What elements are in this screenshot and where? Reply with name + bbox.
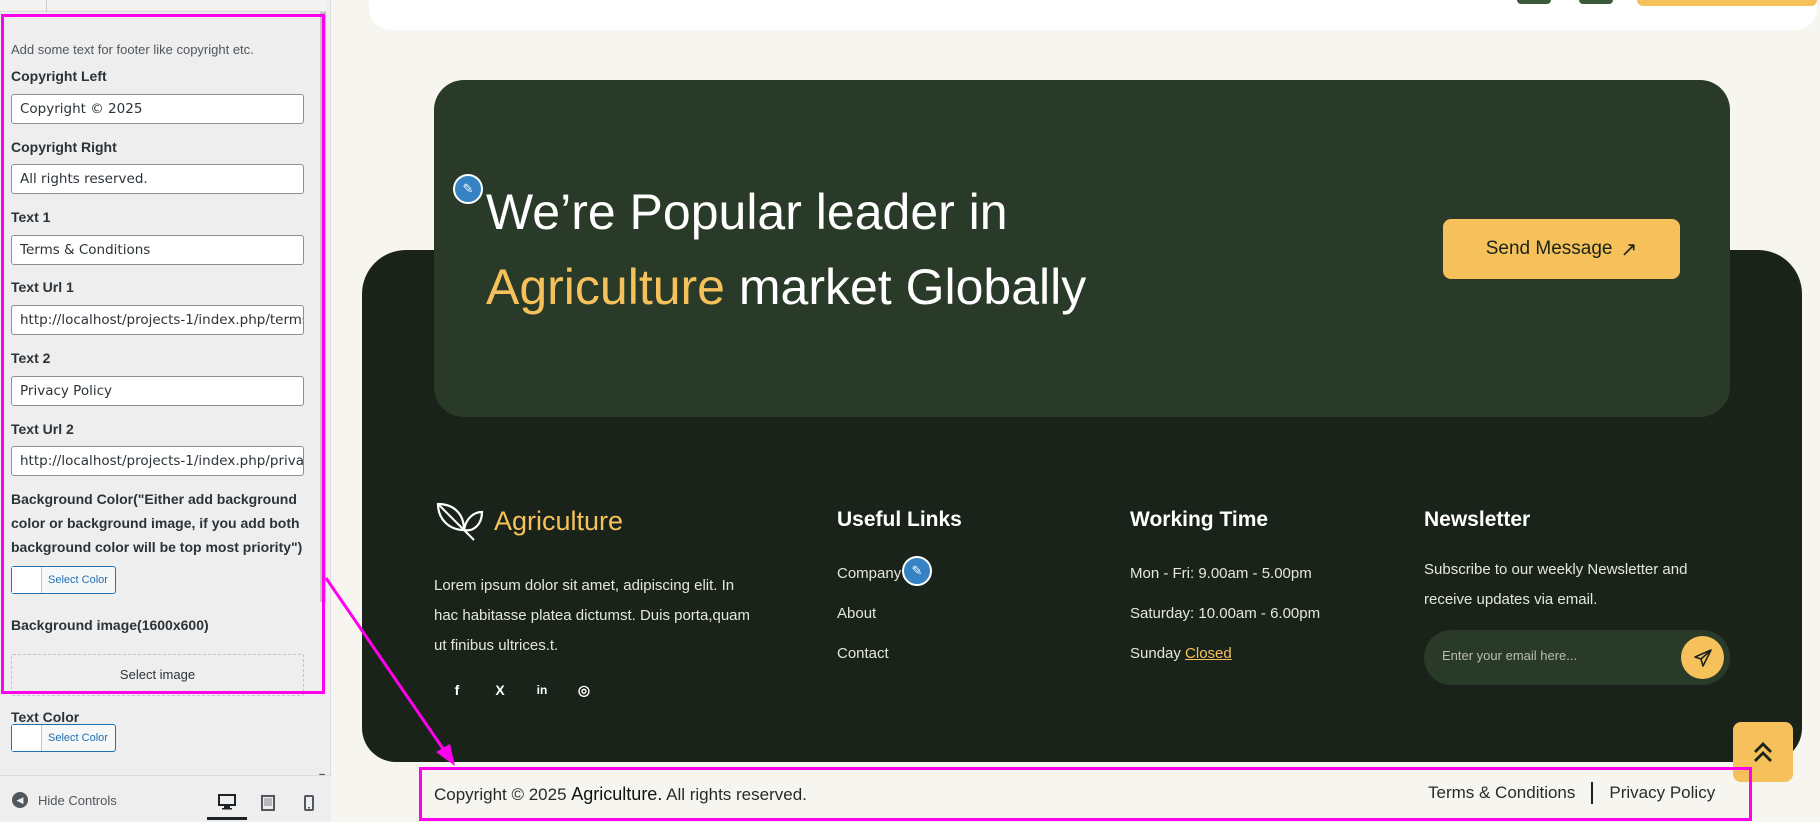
footer-logo[interactable]: Agriculture (434, 500, 623, 542)
send-plane-icon (1693, 648, 1712, 667)
facebook-icon[interactable]: f (447, 680, 467, 700)
arrow-up-right-icon: ↗ (1620, 238, 1638, 261)
highlight-box-copyright (419, 767, 1752, 821)
customizer-panel: Add some text for footer like copyright … (0, 0, 331, 822)
cta-heading-rest: market Globally (725, 259, 1087, 315)
working-time-sunday: Sunday Closed (1130, 645, 1232, 662)
brand-name: Agriculture (494, 505, 624, 536)
panel-footer: ◀ Hide Controls (0, 775, 331, 822)
highlight-box-panel (1, 14, 325, 694)
sunday-label: Sunday (1130, 645, 1181, 662)
send-message-button[interactable]: Send Message ↗ (1443, 219, 1680, 279)
hide-controls-button[interactable]: ◀ Hide Controls (12, 792, 117, 808)
collapse-icon: ◀ (12, 792, 28, 808)
footer-link-about[interactable]: About (837, 605, 876, 622)
working-time-weekday: Mon - Fri: 9.00am - 5.00pm (1130, 565, 1312, 582)
linkedin-icon[interactable]: in (532, 680, 552, 700)
tablet-icon (261, 795, 275, 811)
useful-links-title: Useful Links (837, 508, 962, 531)
instagram-icon[interactable]: ◎ (574, 680, 594, 700)
header-cta-fragment[interactable] (1637, 0, 1817, 6)
leaf-logo-icon (436, 502, 484, 541)
text-color-button[interactable]: Select Color (11, 724, 116, 752)
working-time-title: Working Time (1130, 508, 1269, 531)
closed-status[interactable]: Closed (1185, 645, 1232, 662)
newsletter-title: Newsletter (1424, 508, 1531, 531)
footer-about-text: Lorem ipsum dolor sit amet, adipiscing e… (434, 577, 751, 654)
newsletter-placeholder: Enter your email here... (1442, 648, 1578, 663)
cta-banner: ✎ We’re Popular leader in Agriculture ma… (434, 80, 1730, 417)
panel-top-strip (0, 0, 326, 12)
send-message-label: Send Message (1485, 238, 1613, 259)
edit-pencil-icon[interactable]: ✎ (902, 556, 932, 586)
text-color-button-label: Select Color (48, 732, 108, 744)
cta-heading-line2: Agriculture market Globally (486, 250, 1086, 324)
mobile-icon (304, 795, 314, 811)
x-twitter-icon[interactable]: X (490, 680, 510, 700)
hide-controls-label: Hide Controls (38, 792, 117, 808)
tablet-preview-button[interactable] (248, 786, 288, 820)
desktop-icon (218, 793, 236, 809)
newsletter-text: Subscribe to our weekly Newsletter and r… (1424, 561, 1688, 608)
header-button-fragment[interactable] (1517, 0, 1551, 4)
cta-heading-line1: We’re Popular leader in (486, 184, 1008, 240)
footer-link-contact[interactable]: Contact (837, 645, 889, 662)
header-card (369, 0, 1817, 30)
footer-link-company[interactable]: Company (837, 565, 901, 582)
edit-pencil-icon[interactable]: ✎ (453, 174, 483, 204)
cta-heading-accent: Agriculture (486, 259, 725, 315)
site-preview: ✎ We’re Popular leader in Agriculture ma… (332, 0, 1820, 822)
desktop-preview-button[interactable] (207, 786, 247, 820)
newsletter-email-input[interactable]: Enter your email here... (1424, 630, 1730, 685)
newsletter-submit-button[interactable] (1681, 636, 1724, 679)
header-button-fragment[interactable] (1579, 0, 1613, 4)
mobile-preview-button[interactable] (289, 786, 329, 820)
color-swatch (12, 725, 42, 751)
working-time-saturday: Saturday: 10.00am - 6.00pm (1130, 605, 1321, 622)
double-chevron-up-icon (1754, 742, 1772, 762)
